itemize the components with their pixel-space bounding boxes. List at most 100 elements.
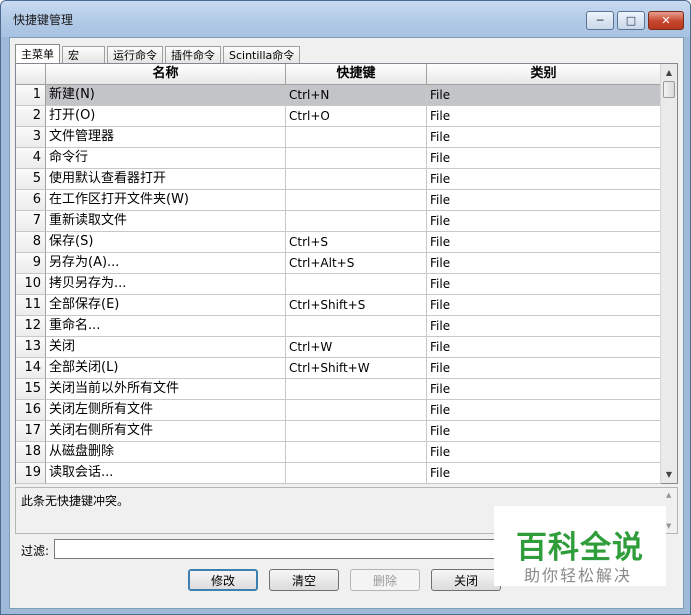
row-number[interactable]: 5 — [16, 169, 46, 190]
header-name[interactable]: 名称 — [46, 64, 286, 85]
row-number[interactable]: 12 — [16, 316, 46, 337]
command-name-cell[interactable]: 重命名... — [46, 316, 286, 337]
category-cell[interactable]: File — [427, 127, 661, 148]
category-cell[interactable]: File — [427, 85, 661, 106]
tab-scintilla-commands[interactable]: Scintilla命令 — [223, 46, 301, 64]
row-number[interactable]: 11 — [16, 295, 46, 316]
command-name-cell[interactable]: 关闭 — [46, 337, 286, 358]
command-name-cell[interactable]: 新建(N) — [46, 85, 286, 106]
row-number[interactable]: 9 — [16, 253, 46, 274]
command-name-cell[interactable]: 全部关闭(L) — [46, 358, 286, 379]
category-cell[interactable]: File — [427, 295, 661, 316]
shortcut-cell[interactable] — [286, 127, 427, 148]
command-name-cell[interactable]: 保存(S) — [46, 232, 286, 253]
command-name-cell[interactable]: 重新读取文件 — [46, 211, 286, 232]
table-row[interactable]: 18 从磁盘删除 File — [16, 442, 661, 463]
command-name-cell[interactable]: 命令行 — [46, 148, 286, 169]
category-cell[interactable]: File — [427, 442, 661, 463]
shortcut-cell[interactable] — [286, 211, 427, 232]
shortcut-cell[interactable] — [286, 316, 427, 337]
info-scroll-up-icon[interactable]: ▲ — [666, 491, 671, 499]
category-cell[interactable]: File — [427, 148, 661, 169]
close-window-button[interactable]: ✕ — [648, 11, 684, 30]
maximize-button[interactable]: □ — [617, 11, 645, 30]
header-category[interactable]: 类别 — [427, 64, 661, 85]
shortcut-cell[interactable] — [286, 379, 427, 400]
minimize-button[interactable]: ─ — [586, 11, 614, 30]
shortcut-cell[interactable] — [286, 169, 427, 190]
command-name-cell[interactable]: 打开(O) — [46, 106, 286, 127]
shortcut-cell[interactable]: Ctrl+W — [286, 337, 427, 358]
category-cell[interactable]: File — [427, 400, 661, 421]
scroll-down-arrow-icon[interactable]: ▼ — [661, 466, 677, 483]
command-name-cell[interactable]: 拷贝另存为... — [46, 274, 286, 295]
row-number[interactable]: 8 — [16, 232, 46, 253]
category-cell[interactable]: File — [427, 316, 661, 337]
category-cell[interactable]: File — [427, 421, 661, 442]
shortcut-cell[interactable]: Ctrl+Shift+S — [286, 295, 427, 316]
clear-button[interactable]: 清空 — [269, 569, 339, 591]
category-cell[interactable]: File — [427, 358, 661, 379]
modify-button[interactable]: 修改 — [188, 569, 258, 591]
row-number[interactable]: 14 — [16, 358, 46, 379]
category-cell[interactable]: File — [427, 337, 661, 358]
table-row[interactable]: 8 保存(S) Ctrl+S File — [16, 232, 661, 253]
info-scroll-down-icon[interactable]: ▼ — [666, 522, 671, 530]
row-number[interactable]: 15 — [16, 379, 46, 400]
table-row[interactable]: 19 读取会话... File — [16, 463, 661, 484]
command-name-cell[interactable]: 关闭右侧所有文件 — [46, 421, 286, 442]
table-row[interactable]: 4 命令行 File — [16, 148, 661, 169]
row-number[interactable]: 7 — [16, 211, 46, 232]
category-cell[interactable]: File — [427, 190, 661, 211]
table-row[interactable]: 6 在工作区打开文件夹(W) File — [16, 190, 661, 211]
command-name-cell[interactable]: 另存为(A)... — [46, 253, 286, 274]
shortcut-cell[interactable] — [286, 463, 427, 484]
category-cell[interactable]: File — [427, 463, 661, 484]
row-number[interactable]: 3 — [16, 127, 46, 148]
shortcut-cell[interactable]: Ctrl+Shift+W — [286, 358, 427, 379]
tab-run-commands[interactable]: 运行命令 — [107, 46, 163, 64]
category-cell[interactable]: File — [427, 106, 661, 127]
shortcut-cell[interactable] — [286, 442, 427, 463]
category-cell[interactable]: File — [427, 211, 661, 232]
shortcut-cell[interactable]: Ctrl+N — [286, 85, 427, 106]
table-row[interactable]: 10 拷贝另存为... File — [16, 274, 661, 295]
shortcut-cell[interactable]: Ctrl+Alt+S — [286, 253, 427, 274]
shortcut-cell[interactable] — [286, 421, 427, 442]
table-row[interactable]: 15 关闭当前以外所有文件 File — [16, 379, 661, 400]
category-cell[interactable]: File — [427, 274, 661, 295]
command-name-cell[interactable]: 全部保存(E) — [46, 295, 286, 316]
table-row[interactable]: 9 另存为(A)... Ctrl+Alt+S File — [16, 253, 661, 274]
grid-scrollbar[interactable]: ▲ ▼ — [660, 64, 677, 483]
row-number[interactable]: 17 — [16, 421, 46, 442]
table-row[interactable]: 13 关闭 Ctrl+W File — [16, 337, 661, 358]
table-row[interactable]: 7 重新读取文件 File — [16, 211, 661, 232]
shortcut-cell[interactable]: Ctrl+O — [286, 106, 427, 127]
table-row[interactable]: 12 重命名... File — [16, 316, 661, 337]
command-name-cell[interactable]: 文件管理器 — [46, 127, 286, 148]
shortcut-grid[interactable]: 名称 快捷键 类别 1 新建(N) Ctrl+N File 2 打开(O) Ctrl+O Fi… — [15, 63, 678, 484]
tab-main-menu[interactable]: 主菜单 — [15, 44, 60, 65]
row-number[interactable]: 2 — [16, 106, 46, 127]
tab-plugin-commands[interactable]: 插件命令 — [165, 46, 221, 64]
command-name-cell[interactable]: 关闭当前以外所有文件 — [46, 379, 286, 400]
category-cell[interactable]: File — [427, 253, 661, 274]
table-row[interactable]: 2 打开(O) Ctrl+O File — [16, 106, 661, 127]
shortcut-cell[interactable] — [286, 148, 427, 169]
row-number[interactable]: 1 — [16, 85, 46, 106]
shortcut-cell[interactable] — [286, 400, 427, 421]
command-name-cell[interactable]: 在工作区打开文件夹(W) — [46, 190, 286, 211]
header-shortcut[interactable]: 快捷键 — [286, 64, 427, 85]
filter-input[interactable] — [54, 539, 524, 559]
table-row[interactable]: 3 文件管理器 File — [16, 127, 661, 148]
table-row[interactable]: 17 关闭右侧所有文件 File — [16, 421, 661, 442]
command-name-cell[interactable]: 从磁盘删除 — [46, 442, 286, 463]
row-number[interactable]: 10 — [16, 274, 46, 295]
table-row[interactable]: 11 全部保存(E) Ctrl+Shift+S File — [16, 295, 661, 316]
tab-macro[interactable]: 宏 — [62, 46, 105, 64]
scroll-thumb[interactable] — [663, 81, 675, 98]
command-name-cell[interactable]: 读取会话... — [46, 463, 286, 484]
category-cell[interactable]: File — [427, 379, 661, 400]
table-row[interactable]: 1 新建(N) Ctrl+N File — [16, 85, 661, 106]
row-number[interactable]: 18 — [16, 442, 46, 463]
